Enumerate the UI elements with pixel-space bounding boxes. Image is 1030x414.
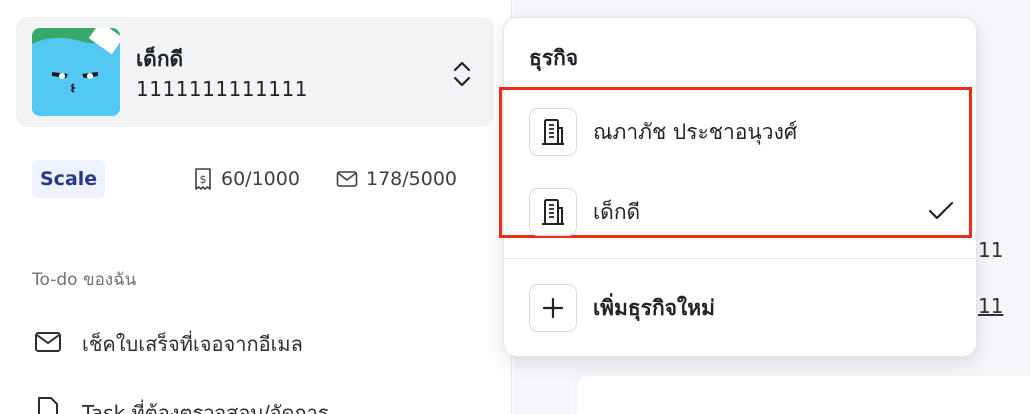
dropdown-title: ธุรกิจ (529, 46, 579, 70)
emails-quota: 178/5000 (336, 168, 457, 190)
add-business-button[interactable]: เพิ่มธุรกิจใหม่ (529, 283, 954, 333)
background-link[interactable]: 11 (978, 294, 1003, 318)
business-option[interactable]: ณภาภัช ประชาอนุวงศ์ (529, 107, 954, 157)
business-option-label: เด็กดี (593, 199, 641, 224)
chevron-up-down-icon[interactable] (451, 59, 473, 89)
todo-item-label: เช็คใบเสร็จที่เจอจากอีเมล (82, 332, 303, 356)
svg-text:$: $ (200, 173, 207, 186)
plus-icon (529, 284, 577, 332)
add-business-label: เพิ่มธุรกิจใหม่ (593, 295, 715, 320)
background-value: 11 (978, 238, 1004, 262)
todo-item-tasks[interactable]: Task ที่ต้องตรวจสอบ/จัดการ (34, 396, 329, 414)
building-icon (529, 188, 577, 236)
mail-icon (336, 170, 358, 188)
receipts-quota-value: 60/1000 (221, 168, 300, 190)
receipt-icon: $ (193, 168, 213, 190)
todo-section-title: To-do ของฉัน (32, 270, 137, 290)
checkmark-icon (928, 200, 954, 226)
todo-item-label: Task ที่ต้องตรวจสอบ/จัดการ (82, 400, 329, 414)
mail-icon (34, 331, 62, 358)
business-option-label: ณภาภัช ประชาอนุวงศ์ (593, 119, 798, 144)
plan-badge: Scale (32, 160, 106, 198)
divider (504, 258, 976, 259)
business-option-selected[interactable]: เด็กดี (529, 187, 954, 237)
document-icon (34, 396, 62, 414)
todo-item-email-receipts[interactable]: เช็คใบเสร็จที่เจอจากอีเมล (34, 328, 303, 360)
business-name: เด็กดี (136, 47, 184, 71)
building-icon (529, 108, 577, 156)
left-panel: เด็กดี 1111111111111 Scale $ 60/1000 178… (0, 0, 512, 414)
emails-quota-value: 178/5000 (366, 168, 458, 190)
business-dropdown-menu: ธุรกิจ ณภาภัช ประชาอนุวงศ์ เด็กดี เพิ่มธ… (499, 17, 977, 357)
background-card (577, 376, 1030, 414)
business-tax-id: 1111111111111 (136, 77, 308, 101)
receipts-quota: $ 60/1000 (193, 168, 300, 190)
business-switcher[interactable]: เด็กดี 1111111111111 (16, 17, 494, 127)
business-logo (32, 28, 120, 116)
